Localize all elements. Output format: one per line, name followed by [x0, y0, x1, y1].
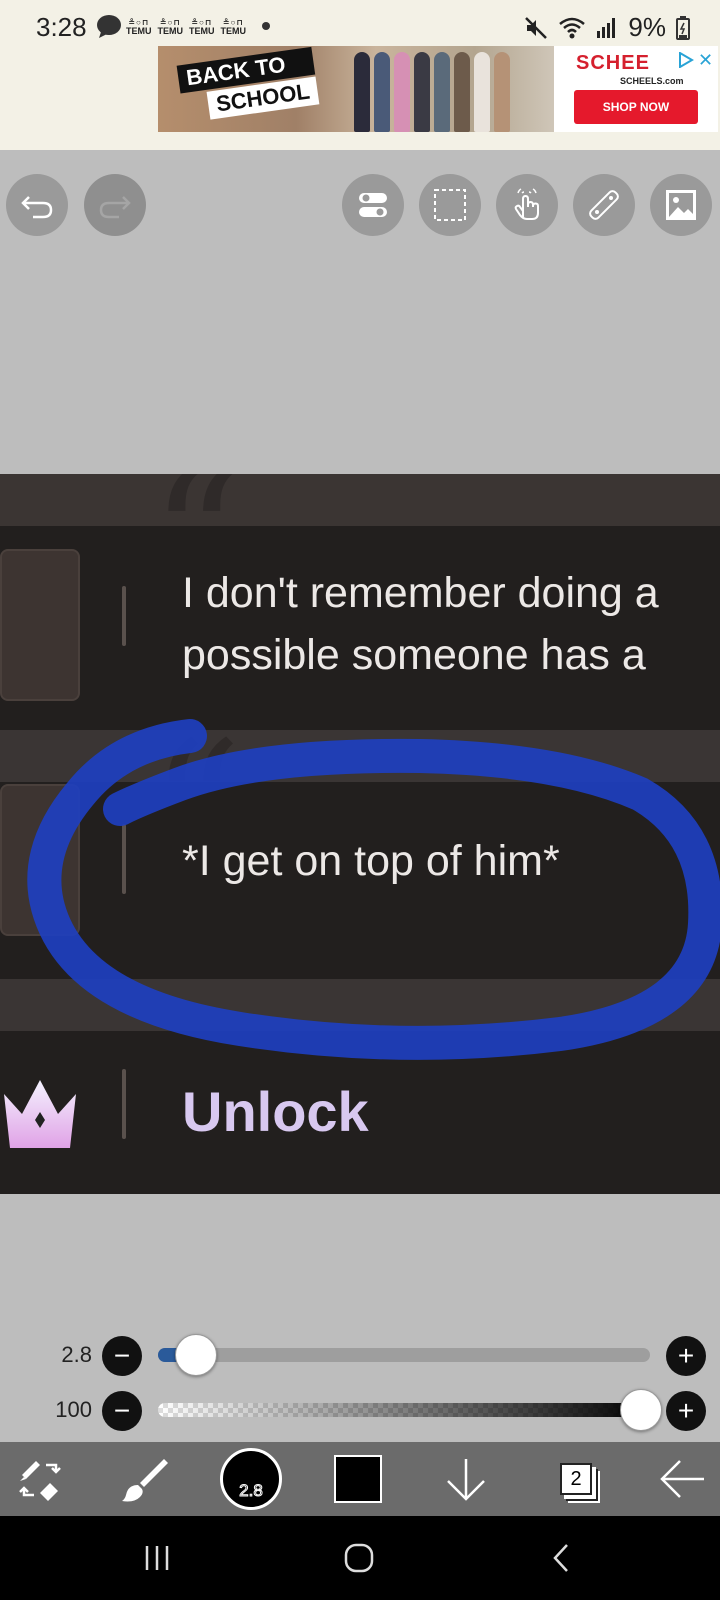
primary-color-circle[interactable]: 2.8: [220, 1448, 282, 1510]
selection-icon: [434, 189, 466, 221]
status-bar: 3:28 ≗○⊓ TEMU ≗○⊓ TEMU ≗○⊓ TEMU ≗○⊓ TEMU 9%: [0, 0, 720, 150]
battery-percent: 9%: [628, 12, 666, 42]
message-text-line2: possible someone has a: [182, 631, 646, 679]
tool-swap-icon: [19, 1461, 61, 1501]
ruler-icon: [589, 190, 619, 220]
status-time: 3:28: [36, 12, 87, 42]
import-image-button[interactable]: [650, 174, 712, 236]
nav-back-icon: [553, 1544, 568, 1572]
system-nav-bar: [0, 1516, 720, 1600]
layers-button[interactable]: 2: [548, 1442, 604, 1516]
bottom-band: [0, 979, 720, 1031]
download-button[interactable]: [440, 1442, 492, 1516]
adchoices-icon[interactable]: [678, 52, 694, 68]
wifi-icon: [559, 17, 586, 38]
ad-brand: SCHEE: [576, 52, 650, 74]
card-icon: [0, 784, 80, 936]
undo-icon: [21, 196, 53, 219]
redo-icon: [99, 196, 131, 219]
opacity-thumb[interactable]: [620, 1389, 662, 1431]
back-arrow-icon: [660, 1460, 704, 1498]
message-text-line1: I don't remember doing a: [182, 569, 659, 617]
image-icon: [666, 190, 696, 220]
ad-headline: BACK TO SCHOOL: [176, 46, 320, 123]
ad-shop-button[interactable]: SHOP NOW: [574, 90, 698, 124]
battery-icon: [676, 15, 690, 40]
middle-band: [0, 730, 720, 782]
down-arrow-icon: [447, 1459, 485, 1501]
message-divider: [122, 824, 126, 894]
unlock-label[interactable]: Unlock: [182, 1079, 369, 1144]
brush-size-slider-row: 2.8 − +: [0, 1334, 720, 1376]
undo-button[interactable]: [6, 174, 68, 236]
canvas-image[interactable]: “ I don't remember doing a possible some…: [0, 474, 720, 1194]
top-band: [0, 474, 720, 526]
tool-swap-button[interactable]: [10, 1442, 70, 1516]
ad-banner[interactable]: BACK TO SCHOOL SCHEE ✕ SCHEELS.com SHOP …: [158, 46, 718, 132]
notification-icons: ≗○⊓ TEMU ≗○⊓ TEMU ≗○⊓ TEMU ≗○⊓ TEMU: [126, 18, 246, 36]
recent-apps-button[interactable]: [132, 1534, 182, 1582]
ad-close-button[interactable]: ✕: [698, 50, 713, 71]
opacity-track[interactable]: [158, 1389, 662, 1431]
mute-icon: [525, 16, 548, 39]
card-icon: [0, 549, 80, 701]
selection-button[interactable]: [419, 174, 481, 236]
brush-icon: [122, 1459, 168, 1502]
ad-photo: BACK TO SCHOOL: [158, 46, 554, 132]
message-divider: [122, 586, 126, 646]
brush-tool-button[interactable]: [114, 1442, 174, 1516]
home-button[interactable]: [334, 1534, 384, 1582]
nav-back-button[interactable]: [536, 1534, 586, 1582]
brush-size-value: 2.8: [61, 1342, 92, 1367]
crown-icon: [4, 1080, 76, 1148]
more-notifications-dot: [262, 22, 270, 30]
signal-icon: [597, 17, 616, 38]
brush-size-track[interactable]: [158, 1334, 650, 1376]
toggle-button[interactable]: [342, 174, 404, 236]
touch-icon: [514, 188, 539, 220]
secondary-color-button[interactable]: [332, 1442, 384, 1516]
home-icon: [344, 1543, 374, 1573]
back-button[interactable]: [654, 1442, 710, 1516]
bottom-tool-bar: 2.8 2: [0, 1442, 720, 1516]
opacity-value: 100: [55, 1397, 92, 1422]
opacity-slider-row: 100 − +: [0, 1389, 720, 1431]
temu-icon: ≗○⊓ TEMU: [220, 18, 247, 36]
color-picker[interactable]: 2.8: [218, 1442, 284, 1516]
chat-icon: [97, 15, 121, 38]
brush-size-plus-button[interactable]: +: [666, 1336, 706, 1376]
brush-size-minus-button[interactable]: −: [102, 1336, 142, 1376]
brush-size-thumb[interactable]: [174, 1334, 217, 1376]
temu-icon: ≗○⊓ TEMU: [126, 18, 152, 36]
top-toolbar: [0, 150, 720, 260]
opacity-plus-button[interactable]: +: [666, 1391, 706, 1431]
touch-button[interactable]: [496, 174, 558, 236]
secondary-color-swatch: [334, 1455, 382, 1503]
recent-apps-icon: [145, 1546, 169, 1570]
ad-url: SCHEELS.com: [620, 76, 684, 86]
highlighted-message: *I get on top of him*: [182, 837, 560, 885]
ad-people-image: [354, 52, 510, 132]
brush-size-badge: 2.8: [239, 1481, 264, 1501]
status-right: 9%: [524, 12, 690, 43]
opacity-minus-button[interactable]: −: [102, 1391, 142, 1431]
temu-icon: ≗○⊓ TEMU: [189, 18, 215, 36]
toggle-icon: [359, 193, 387, 217]
redo-button[interactable]: [84, 174, 146, 236]
layers-icon: 2: [560, 1463, 592, 1495]
ruler-button[interactable]: [573, 174, 635, 236]
temu-icon: ≗○⊓ TEMU: [157, 18, 184, 36]
unlock-divider: [122, 1069, 126, 1139]
